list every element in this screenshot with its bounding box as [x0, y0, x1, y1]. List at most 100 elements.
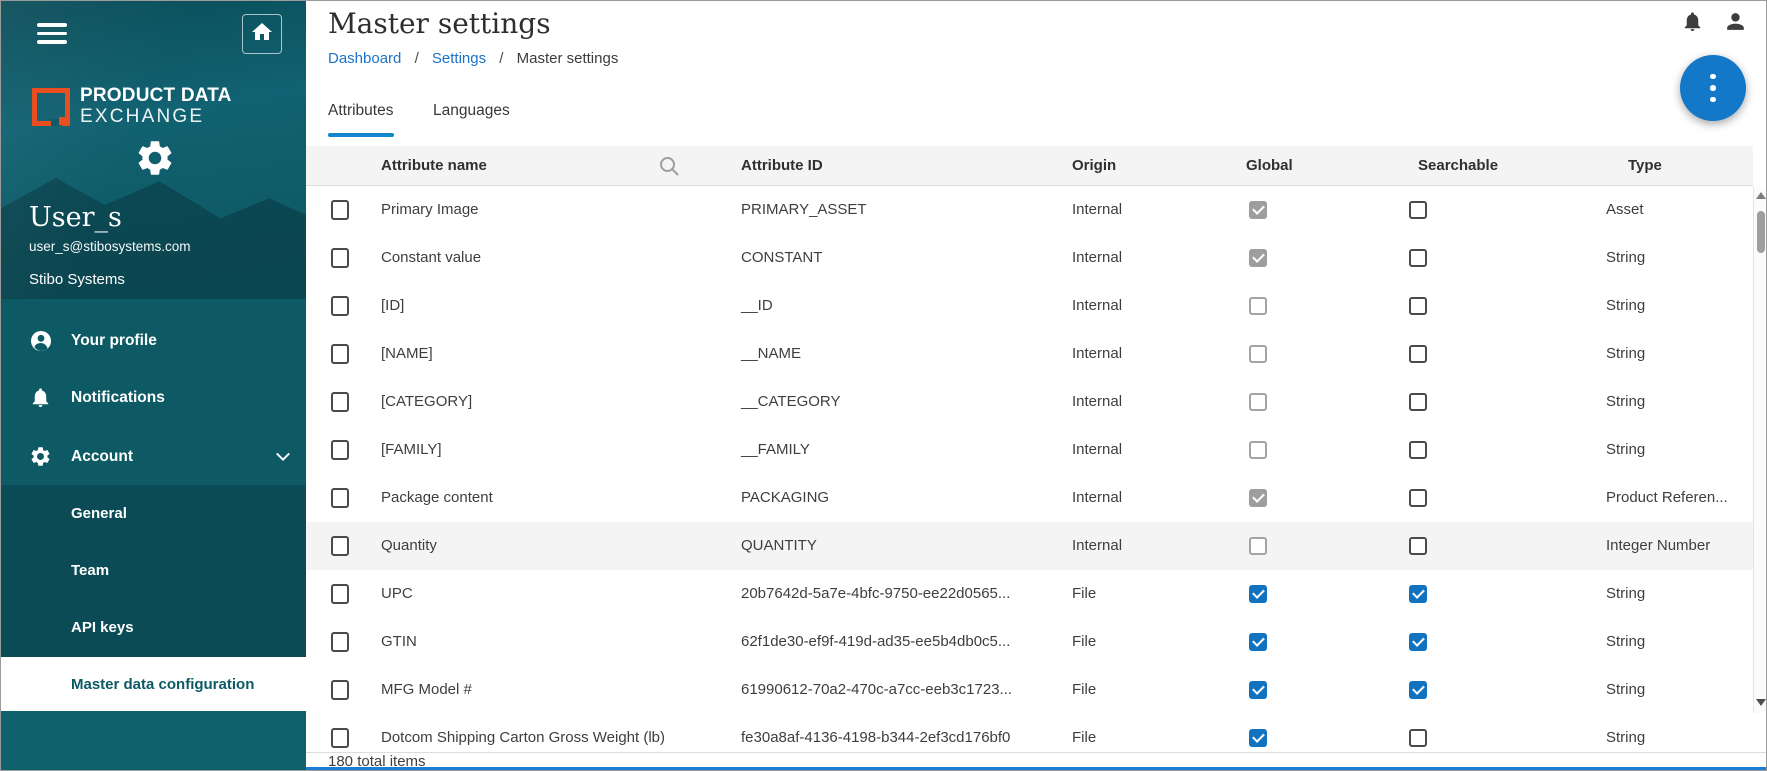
- row-select-checkbox[interactable]: [331, 680, 349, 700]
- row-select-checkbox[interactable]: [331, 248, 349, 268]
- searchable-checkbox[interactable]: [1409, 681, 1427, 699]
- sidebar-item-team[interactable]: Team: [1, 542, 306, 599]
- searchable-checkbox[interactable]: [1409, 441, 1427, 459]
- home-button[interactable]: [242, 14, 282, 54]
- attribute-name-cell: Constant value: [381, 234, 481, 282]
- breadcrumb-settings-link[interactable]: Settings: [432, 50, 486, 67]
- brand-name-line1: PRODUCT DATA: [80, 85, 232, 107]
- notifications-bell-icon[interactable]: [1681, 9, 1704, 39]
- table-row[interactable]: [ID]__IDInternalString: [306, 282, 1753, 330]
- row-select-checkbox[interactable]: [331, 440, 349, 460]
- chevron-down-icon: [275, 450, 291, 468]
- tab-languages[interactable]: Languages: [433, 102, 510, 120]
- person-circle-icon: [29, 329, 53, 353]
- attribute-id-cell: PRIMARY_ASSET: [741, 186, 867, 234]
- table-row[interactable]: [NAME]__NAMEInternalString: [306, 330, 1753, 378]
- global-checkbox[interactable]: [1249, 681, 1267, 699]
- global-checkbox[interactable]: [1249, 729, 1267, 747]
- attribute-name-cell: [NAME]: [381, 330, 433, 378]
- attribute-id-cell: __NAME: [741, 330, 801, 378]
- sidebar-item-label: Master data configuration: [71, 676, 254, 693]
- scrollbar-up-arrow[interactable]: [1756, 192, 1766, 199]
- hamburger-menu-icon[interactable]: [37, 23, 67, 44]
- user-profile-icon[interactable]: [1723, 9, 1748, 39]
- origin-cell: Internal: [1072, 282, 1122, 330]
- attribute-id-cell: 20b7642d-5a7e-4bfc-9750-ee22d0565...: [741, 570, 1010, 618]
- attribute-id-cell: __FAMILY: [741, 426, 810, 474]
- searchable-checkbox[interactable]: [1409, 537, 1427, 555]
- app-window: PRODUCT DATA EXCHANGE User_s user_s@stib…: [0, 0, 1767, 771]
- searchable-checkbox[interactable]: [1409, 585, 1427, 603]
- table-row[interactable]: MFG Model #61990612-70a2-470c-a7cc-eeb3c…: [306, 666, 1753, 714]
- table-row[interactable]: GTIN62f1de30-ef9f-419d-ad35-ee5b4db0c5..…: [306, 618, 1753, 666]
- searchable-checkbox[interactable]: [1409, 393, 1427, 411]
- scrollbar-down-arrow[interactable]: [1756, 699, 1766, 706]
- sidebar-item-master-data-configuration[interactable]: Master data configuration: [1, 657, 306, 711]
- origin-cell: Internal: [1072, 330, 1122, 378]
- searchable-checkbox[interactable]: [1409, 201, 1427, 219]
- attribute-name-cell: MFG Model #: [381, 666, 472, 714]
- row-select-checkbox[interactable]: [331, 200, 349, 220]
- type-cell: String: [1606, 234, 1751, 282]
- vertical-scrollbar[interactable]: [1753, 187, 1767, 713]
- searchable-checkbox[interactable]: [1409, 489, 1427, 507]
- row-select-checkbox[interactable]: [331, 392, 349, 412]
- global-checkbox: [1249, 489, 1267, 507]
- column-header-type: Type: [1628, 146, 1662, 186]
- breadcrumb-dashboard-link[interactable]: Dashboard: [328, 50, 401, 67]
- sidebar: PRODUCT DATA EXCHANGE User_s user_s@stib…: [1, 1, 306, 771]
- row-select-checkbox[interactable]: [331, 632, 349, 652]
- attribute-name-cell: GTIN: [381, 618, 417, 666]
- type-cell: Product Referen...: [1606, 474, 1751, 522]
- row-select-checkbox[interactable]: [331, 536, 349, 556]
- brand-logo-icon: [32, 88, 70, 126]
- searchable-checkbox[interactable]: [1409, 297, 1427, 315]
- global-checkbox: [1249, 297, 1267, 315]
- scrollbar-thumb[interactable]: [1757, 211, 1765, 253]
- table-row[interactable]: [FAMILY]__FAMILYInternalString: [306, 426, 1753, 474]
- global-checkbox: [1249, 249, 1267, 267]
- attribute-id-cell: PACKAGING: [741, 474, 829, 522]
- global-checkbox: [1249, 393, 1267, 411]
- origin-cell: Internal: [1072, 378, 1122, 426]
- active-tab-indicator: [328, 133, 394, 137]
- table-row[interactable]: Package contentPACKAGINGInternalProduct …: [306, 474, 1753, 522]
- row-select-checkbox[interactable]: [331, 296, 349, 316]
- table-row[interactable]: UPC20b7642d-5a7e-4bfc-9750-ee22d0565...F…: [306, 570, 1753, 618]
- user-email: user_s@stibosystems.com: [29, 239, 191, 254]
- row-select-checkbox[interactable]: [331, 488, 349, 508]
- table-row[interactable]: [CATEGORY]__CATEGORYInternalString: [306, 378, 1753, 426]
- breadcrumb: Dashboard / Settings / Master settings: [328, 50, 618, 67]
- attribute-name-cell: [FAMILY]: [381, 426, 442, 474]
- table-row[interactable]: QuantityQUANTITYInternalInteger Number: [306, 522, 1753, 570]
- attribute-id-cell: CONSTANT: [741, 234, 822, 282]
- search-icon[interactable]: [658, 155, 680, 182]
- global-checkbox[interactable]: [1249, 585, 1267, 603]
- row-select-checkbox[interactable]: [331, 584, 349, 604]
- sidebar-item-account[interactable]: Account: [1, 428, 306, 485]
- global-checkbox: [1249, 345, 1267, 363]
- searchable-checkbox[interactable]: [1409, 249, 1427, 267]
- table-row[interactable]: Constant valueCONSTANTInternalString: [306, 234, 1753, 282]
- attribute-name-cell: UPC: [381, 570, 413, 618]
- global-checkbox[interactable]: [1249, 633, 1267, 651]
- type-cell: String: [1606, 282, 1751, 330]
- searchable-checkbox[interactable]: [1409, 729, 1427, 747]
- table-row[interactable]: Primary ImagePRIMARY_ASSETInternalAsset: [306, 186, 1753, 234]
- sidebar-item-api-keys[interactable]: API keys: [1, 599, 306, 656]
- row-select-checkbox[interactable]: [331, 344, 349, 364]
- breadcrumb-separator: /: [499, 50, 503, 67]
- sidebar-item-your-profile[interactable]: Your profile: [1, 312, 306, 369]
- account-submenu: General Team API keys: [1, 485, 306, 657]
- sidebar-item-notifications[interactable]: Notifications: [1, 369, 306, 426]
- searchable-checkbox[interactable]: [1409, 345, 1427, 363]
- searchable-checkbox[interactable]: [1409, 633, 1427, 651]
- type-cell: String: [1606, 378, 1751, 426]
- origin-cell: Internal: [1072, 474, 1122, 522]
- tab-attributes[interactable]: Attributes: [328, 102, 393, 120]
- sidebar-item-general[interactable]: General: [1, 485, 306, 542]
- actions-menu-fab-button[interactable]: [1680, 55, 1746, 121]
- row-select-checkbox[interactable]: [331, 728, 349, 748]
- sidebar-footer-block: [1, 711, 306, 771]
- sidebar-item-label: General: [71, 505, 127, 522]
